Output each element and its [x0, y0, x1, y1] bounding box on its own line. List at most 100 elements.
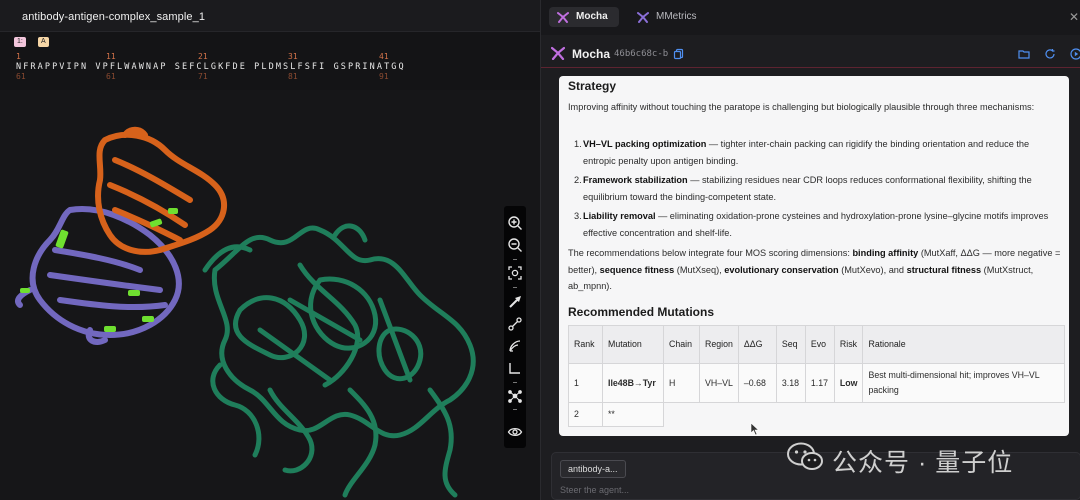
- zoom-in-icon[interactable]: [507, 215, 523, 231]
- mocha-logo-icon: [557, 12, 569, 23]
- viewer-title: antibody-antigen-complex_sample_1: [22, 11, 206, 23]
- zoom-out-icon[interactable]: [507, 237, 523, 253]
- table-row: 2 **: [568, 402, 1065, 427]
- table-cell-empty: [776, 403, 805, 427]
- mechanism-body: Liability removal — eliminating oxidatio…: [583, 208, 1063, 241]
- summary-text: (MutXevo), and: [838, 264, 907, 275]
- column-header[interactable]: Chain: [663, 325, 700, 364]
- tick-label: 11: [106, 52, 116, 61]
- column-header[interactable]: Seq: [775, 325, 806, 364]
- table-cell: H: [663, 363, 700, 403]
- table-cell: –0.68: [737, 363, 777, 403]
- mutation-highlights[interactable]: [20, 208, 178, 332]
- measure-icon[interactable]: [507, 316, 523, 332]
- antigen-chain[interactable]: [202, 223, 476, 498]
- play-icon[interactable]: [1070, 48, 1080, 60]
- column-header[interactable]: Mutation: [602, 325, 664, 364]
- structure-viewer-pane: antibody-antigen-complex_sample_1 1: A 1…: [0, 0, 540, 500]
- watermark: 公众号 · 量子位: [786, 440, 1056, 477]
- mmetrics-logo-icon: [637, 12, 649, 23]
- summary-emphasis: sequence fitness: [599, 264, 675, 275]
- tick-label: 31: [288, 52, 298, 61]
- recommended-mutations-heading: Recommended Mutations: [568, 305, 715, 319]
- tick-label: 21: [198, 52, 208, 61]
- mutation-table: Rank Mutation Chain Region ΔΔG Seq Evo R…: [568, 325, 1066, 427]
- summary-emphasis: binding affinity: [852, 248, 919, 258]
- eye-icon[interactable]: [507, 424, 523, 440]
- mechanism-body: Framework stabilization — stabilizing re…: [583, 172, 1063, 205]
- protein-structure[interactable]: [0, 90, 540, 500]
- column-header[interactable]: Evo: [804, 325, 835, 364]
- agent-header: Mocha 46b6c68c-b: [541, 40, 1080, 68]
- close-icon[interactable]: ✕: [1069, 11, 1080, 23]
- table-cell: VH–VL: [699, 363, 739, 403]
- wechat-logo-icon: [787, 442, 823, 470]
- tick-label: 91: [379, 72, 389, 81]
- copy-icon[interactable]: [673, 48, 685, 60]
- mocha-logo-icon: [551, 46, 565, 60]
- table-header-row: Rank Mutation Chain Region ΔΔG Seq Evo R…: [568, 325, 1066, 364]
- toolbar-divider: [513, 382, 517, 383]
- session-id: 46b6c68c-b: [614, 49, 669, 59]
- table-cell: 1.17: [804, 363, 835, 403]
- mouse-cursor-icon: [750, 422, 760, 436]
- table-cell: **: [602, 402, 664, 427]
- mechanism-title: Liability removal: [583, 211, 656, 221]
- strategy-intro: Improving affinity without touching the …: [568, 102, 1035, 112]
- tick-label: 61: [106, 72, 116, 81]
- table-cell-empty: [863, 403, 1065, 427]
- table-cell: 2: [568, 402, 603, 427]
- viewer-toolbar: [504, 206, 526, 448]
- corner-icon[interactable]: [507, 360, 523, 376]
- tab-label: Mocha: [576, 11, 608, 22]
- mechanism-title: Framework stabilization: [583, 175, 688, 185]
- column-header[interactable]: Rationale: [862, 325, 1066, 364]
- mechanism-body: VH–VL packing optimization — tighter int…: [583, 136, 1063, 169]
- mechanism-number: 3.: [574, 211, 582, 221]
- table-cell: Ile48B→Tyr: [602, 363, 664, 403]
- watermark-text: 公众号 · 量子位: [832, 449, 1014, 477]
- column-header[interactable]: Risk: [833, 325, 864, 364]
- agent-pane: Mocha MMetrics ✕ Mocha 46b6c68c-b Strate…: [540, 0, 1080, 500]
- chain-chip-1[interactable]: 1:: [14, 37, 26, 47]
- column-header[interactable]: ΔΔG: [737, 325, 777, 364]
- agent-message-card[interactable]: Strategy Improving affinity without touc…: [559, 76, 1069, 436]
- heavy-chain[interactable]: [95, 126, 227, 255]
- table-cell: 3.18: [775, 363, 806, 403]
- tab-label: MMetrics: [656, 11, 697, 22]
- network-icon[interactable]: [507, 388, 523, 404]
- summary-emphasis: structural fitness: [906, 264, 982, 275]
- chain-chip-a[interactable]: A: [38, 37, 49, 47]
- pointer-icon[interactable]: [507, 294, 523, 310]
- refresh-icon[interactable]: [1044, 48, 1056, 60]
- tick-label: 41: [379, 52, 389, 61]
- column-header[interactable]: Region: [699, 325, 739, 364]
- tick-label: 61: [16, 72, 26, 81]
- focus-icon[interactable]: [507, 265, 523, 281]
- table-cell: Low: [833, 363, 864, 403]
- mechanism-number: 2.: [574, 175, 582, 185]
- tab-mmetrics[interactable]: MMetrics: [629, 7, 719, 27]
- folder-icon[interactable]: [1018, 48, 1030, 60]
- strategy-heading: Strategy: [568, 79, 617, 93]
- sequence-panel[interactable]: 1: A 1 11 21 31 41 NFRAPPVIPN VPFLWAWNAP…: [0, 32, 540, 90]
- toolbar-divider: [513, 409, 517, 410]
- tab-mocha[interactable]: Mocha: [549, 7, 619, 27]
- summary-text: (MutXseq),: [674, 264, 725, 275]
- table-cell: Best multi-dimensional hit; improves VH–…: [862, 363, 1066, 403]
- sequence-text[interactable]: NFRAPPVIPN VPFLWAWNAP SEFCLGKFDE PLDMSLF…: [16, 62, 406, 72]
- agent-name: Mocha: [572, 47, 611, 61]
- context-chip[interactable]: antibody-a...: [560, 460, 626, 478]
- molecule-canvas[interactable]: [0, 90, 540, 500]
- tick-label: 1: [16, 52, 21, 61]
- agent-prompt-input[interactable]: [560, 483, 760, 497]
- column-header[interactable]: Rank: [568, 325, 603, 364]
- table-cell-empty: [805, 403, 834, 427]
- wave-icon[interactable]: [507, 338, 523, 354]
- table-cell: 1: [568, 363, 603, 403]
- toolbar-divider: [513, 287, 517, 288]
- tick-label: 71: [198, 72, 208, 81]
- toolbar-divider: [513, 259, 517, 260]
- summary-emphasis: evolutionary conservation: [724, 264, 839, 275]
- table-cell-empty: [834, 403, 863, 427]
